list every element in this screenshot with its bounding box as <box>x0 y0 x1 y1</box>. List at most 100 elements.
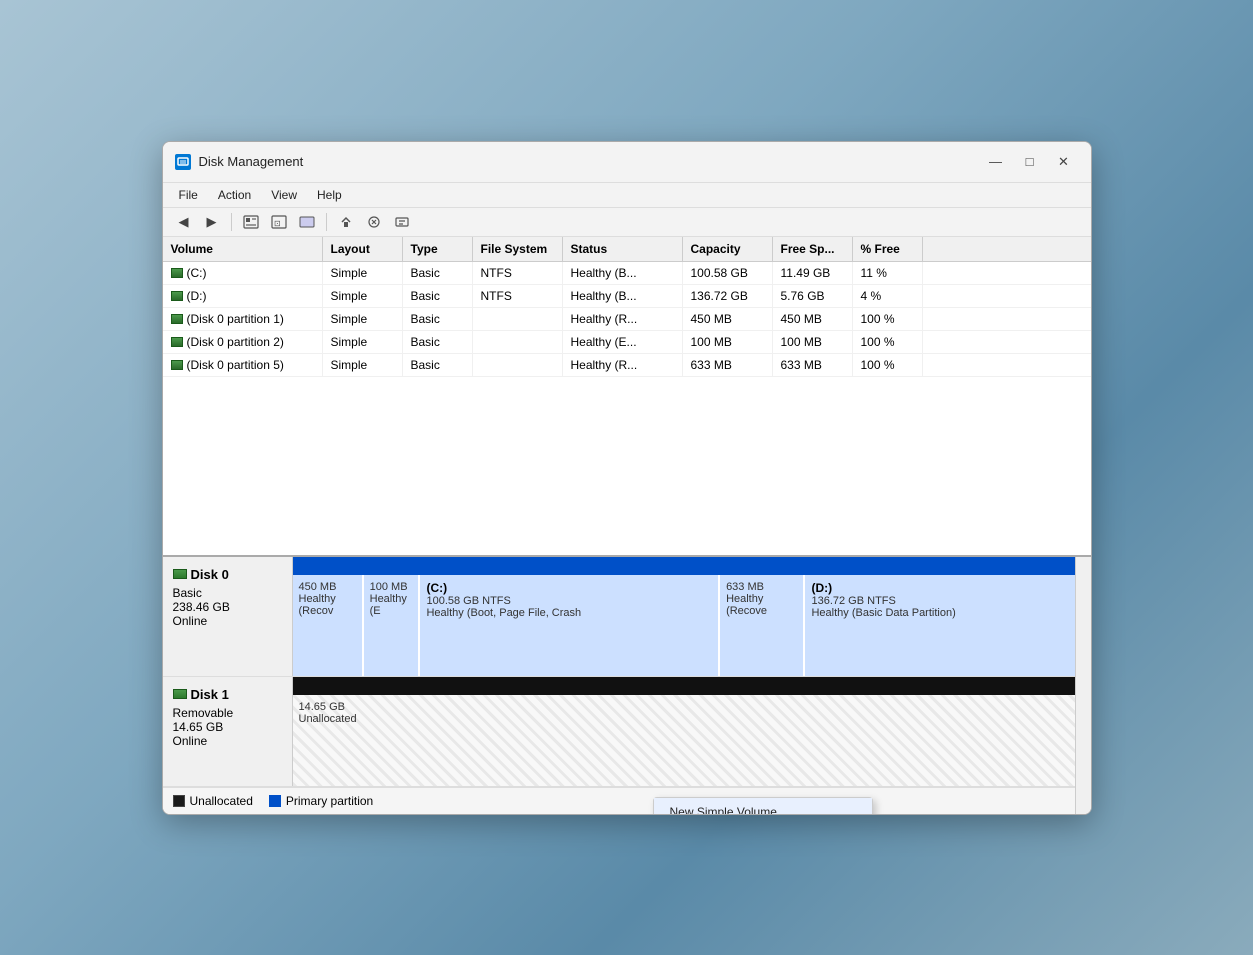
toolbar-btn6[interactable] <box>389 211 415 233</box>
cell-pct: 4 % <box>853 285 923 307</box>
cell-fs <box>473 331 563 353</box>
cell-capacity: 100.58 GB <box>683 262 773 284</box>
disk-management-window: Disk Management — □ ✕ File Action View H… <box>162 141 1092 815</box>
cell-fs: NTFS <box>473 262 563 284</box>
toolbar: ◀ ▶ ⊡ <box>163 208 1091 237</box>
cell-type: Basic <box>403 285 473 307</box>
disk1-label: Disk 1 Removable 14.65 GB Online <box>163 677 293 786</box>
menu-action[interactable]: Action <box>210 185 259 205</box>
close-button[interactable]: ✕ <box>1049 150 1079 174</box>
disk1-type: Removable <box>173 706 282 720</box>
cell-layout: Simple <box>323 285 403 307</box>
maximize-button[interactable]: □ <box>1015 150 1045 174</box>
cell-status: Healthy (R... <box>563 354 683 376</box>
disk0-icon <box>173 569 187 579</box>
volume-icon <box>171 268 183 278</box>
cell-pct: 100 % <box>853 354 923 376</box>
menu-view[interactable]: View <box>263 185 305 205</box>
disk0-partition-5[interactable]: (D:) 136.72 GB NTFS Healthy (Basic Data … <box>805 575 1074 676</box>
cell-fs: NTFS <box>473 285 563 307</box>
cell-capacity: 633 MB <box>683 354 773 376</box>
disk0-partition-1[interactable]: 450 MB Healthy (Recov <box>293 575 364 676</box>
disk0-status: Online <box>173 614 282 628</box>
toolbar-sep-2 <box>326 213 327 231</box>
toolbar-btn2[interactable]: ⊡ <box>266 211 292 233</box>
cell-free: 100 MB <box>773 331 853 353</box>
window-controls: — □ ✕ <box>981 150 1079 174</box>
disk0-partition-4[interactable]: 633 MB Healthy (Recove <box>720 575 805 676</box>
table-row[interactable]: (D:) Simple Basic NTFS Healthy (B... 136… <box>163 285 1091 308</box>
svg-text:⊡: ⊡ <box>274 219 281 228</box>
disk0-partition-2[interactable]: 100 MB Healthy (E <box>364 575 421 676</box>
disk1-unallocated[interactable]: 14.65 GB Unallocated <box>293 695 1075 786</box>
minimize-button[interactable]: — <box>981 150 1011 174</box>
menu-bar: File Action View Help <box>163 183 1091 208</box>
cell-capacity: 136.72 GB <box>683 285 773 307</box>
table-row[interactable]: (Disk 0 partition 5) Simple Basic Health… <box>163 354 1091 377</box>
disk0-visual: 450 MB Healthy (Recov 100 MB Healthy (E <box>293 557 1075 676</box>
cell-status: Healthy (R... <box>563 308 683 330</box>
cell-volume: (D:) <box>163 285 323 307</box>
volume-icon <box>171 337 183 347</box>
cell-volume: (Disk 0 partition 2) <box>163 331 323 353</box>
window-icon <box>175 154 191 170</box>
header-fs[interactable]: File System <box>473 237 563 261</box>
toolbar-btn1[interactable] <box>238 211 264 233</box>
cell-free: 11.49 GB <box>773 262 853 284</box>
cell-free: 5.76 GB <box>773 285 853 307</box>
toolbar-forward[interactable]: ▶ <box>199 211 225 233</box>
window-title: Disk Management <box>199 154 973 169</box>
header-freepct[interactable]: % Free <box>853 237 923 261</box>
volume-icon <box>171 291 183 301</box>
toolbar-btn4[interactable] <box>333 211 359 233</box>
cell-status: Healthy (E... <box>563 331 683 353</box>
disk0-size: 238.46 GB <box>173 600 282 614</box>
menu-help[interactable]: Help <box>309 185 350 205</box>
cell-layout: Simple <box>323 308 403 330</box>
menu-file[interactable]: File <box>171 185 206 205</box>
ctx-new-simple-volume[interactable]: New Simple Volume... <box>654 798 872 815</box>
table-row[interactable]: (Disk 0 partition 1) Simple Basic Health… <box>163 308 1091 331</box>
window-content: Volume Layout Type File System Status Ca… <box>163 237 1091 814</box>
toolbar-back[interactable]: ◀ <box>171 211 197 233</box>
header-freespace[interactable]: Free Sp... <box>773 237 853 261</box>
header-status[interactable]: Status <box>563 237 683 261</box>
header-layout[interactable]: Layout <box>323 237 403 261</box>
cell-fs <box>473 308 563 330</box>
disk1-icon <box>173 689 187 699</box>
toolbar-btn3[interactable] <box>294 211 320 233</box>
context-menu: New Simple Volume... New Spanned Volume.… <box>653 797 873 815</box>
volume-icon <box>171 314 183 324</box>
cell-layout: Simple <box>323 331 403 353</box>
disk-main: Disk 0 Basic 238.46 GB Online 450 M <box>163 557 1075 814</box>
disk0-title: Disk 0 <box>173 567 282 582</box>
header-type[interactable]: Type <box>403 237 473 261</box>
cell-fs <box>473 354 563 376</box>
cell-type: Basic <box>403 262 473 284</box>
cell-type: Basic <box>403 331 473 353</box>
cell-capacity: 100 MB <box>683 331 773 353</box>
cell-layout: Simple <box>323 354 403 376</box>
volume-table: Volume Layout Type File System Status Ca… <box>163 237 1091 557</box>
disk0-type: Basic <box>173 586 282 600</box>
disk0-partition-3[interactable]: (C:) 100.58 GB NTFS Healthy (Boot, Page … <box>420 575 720 676</box>
disk-visual-section: Disk 0 Basic 238.46 GB Online 450 M <box>163 557 1091 814</box>
table-row[interactable]: (C:) Simple Basic NTFS Healthy (B... 100… <box>163 262 1091 285</box>
disk1-status: Online <box>173 734 282 748</box>
disk1-size: 14.65 GB <box>173 720 282 734</box>
table-row[interactable]: (Disk 0 partition 2) Simple Basic Health… <box>163 331 1091 354</box>
cell-capacity: 450 MB <box>683 308 773 330</box>
legend-primary-box <box>269 795 281 807</box>
disk1-title: Disk 1 <box>173 687 282 702</box>
header-volume[interactable]: Volume <box>163 237 323 261</box>
header-capacity[interactable]: Capacity <box>683 237 773 261</box>
cell-volume: (Disk 0 partition 5) <box>163 354 323 376</box>
cell-free: 633 MB <box>773 354 853 376</box>
disk0-row: Disk 0 Basic 238.46 GB Online 450 M <box>163 557 1075 677</box>
cell-type: Basic <box>403 354 473 376</box>
disk0-partitions: 450 MB Healthy (Recov 100 MB Healthy (E <box>293 575 1075 676</box>
toolbar-btn5[interactable] <box>361 211 387 233</box>
cell-status: Healthy (B... <box>563 262 683 284</box>
main-scrollbar[interactable] <box>1075 557 1091 814</box>
cell-pct: 100 % <box>853 308 923 330</box>
